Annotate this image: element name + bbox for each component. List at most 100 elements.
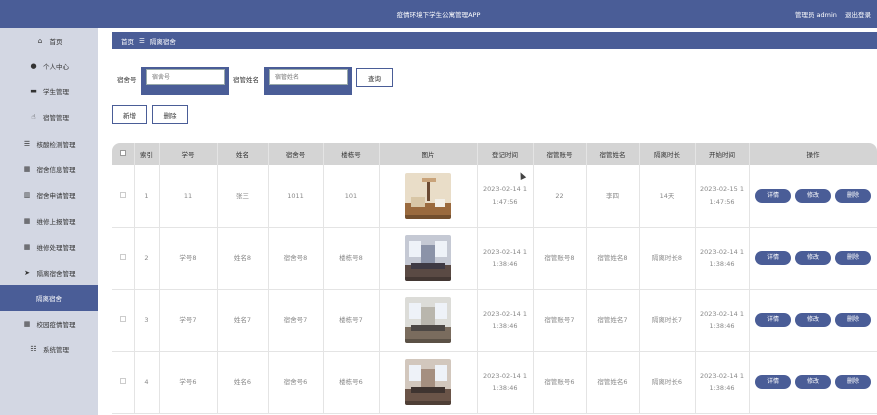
column-header: 宿管姓名 [586,143,640,165]
detail-button[interactable]: 详情 [755,375,791,389]
cell-building: 101 [323,165,380,228]
send-icon: ➤ [24,269,30,277]
list-icon: ☰ [23,140,31,148]
cell-index: 4 [134,351,160,414]
sidebar-item-4[interactable]: ☝ 宿管管理 [0,104,98,130]
cell-manager-account: 22 [533,165,587,228]
cell-duration: 隔离时长8 [639,227,696,290]
cell-dorm: 宿舍号7 [268,289,324,352]
monitor-icon: ▬ [30,87,37,95]
row-checkbox[interactable] [119,253,126,260]
start-time-part2: 1:47:56 [709,197,735,206]
cell-index: 2 [134,227,160,290]
table-row[interactable]: 2 学号8 姓名8 宿舍号8 楼栋号8 2023-02-14 1 1:38:46 宿管账号8 宿… [112,227,877,290]
sidebar-item-11[interactable]: 隔离宿舍 [0,285,98,311]
dorm-number-search-box [141,67,229,95]
sidebar-item-8[interactable]: ▦ 维修上报管理 [0,208,98,234]
cell-register-time: 2023-02-14 1 1:38:46 [477,227,534,290]
row-delete-button[interactable]: 删除 [835,375,871,389]
sidebar-item-3[interactable]: ▬ 学生管理 [0,78,98,104]
table-row[interactable]: 1 11 张三 1011 101 2023-02-14 1 1:47:56 22 李四 14天 20… [112,165,877,228]
dorm-number-input[interactable] [146,69,225,85]
sidebar-item-label: 维修处理管理 [36,244,76,252]
start-time-part1: 2023-02-14 1 [700,247,744,256]
row-delete-button[interactable]: 删除 [835,313,871,327]
edit-button[interactable]: 修改 [795,375,831,389]
breadcrumb-home[interactable]: 首页 [121,36,134,46]
cell-dorm: 1011 [268,165,324,228]
detail-button[interactable]: 详情 [755,251,791,265]
table-row[interactable]: 4 学号6 姓名6 宿舍号6 楼栋号6 2023-02-14 1 1:38:46 宿管账号6 宿… [112,351,877,414]
column-header: 学号 [159,143,218,165]
sidebar-item-9[interactable]: ▦ 维修处理管理 [0,234,98,260]
column-header: 楼栋号 [323,143,380,165]
cell-dorm: 宿舍号8 [268,227,324,290]
cell-register-time: 2023-02-14 1 1:38:46 [477,351,534,414]
sidebar-item-label: 个人中心 [43,63,69,71]
room-photo-image[interactable] [405,297,451,343]
column-header: 宿管账号 [533,143,587,165]
sidebar-item-2[interactable]: ● 个人中心 [0,53,98,79]
cell-start-time: 2023-02-15 1 1:47:56 [695,165,750,228]
column-header: 索引 [134,143,160,165]
sidebar-item-label: 隔离宿舍 [36,295,62,303]
edit-button[interactable]: 修改 [795,313,831,327]
manager-name-label: 宿管姓名 [233,76,259,84]
cell-manager-account: 宿管账号8 [533,227,587,290]
cell-name: 姓名7 [217,289,269,352]
grid-icon: ▦ [23,165,31,173]
row-checkbox[interactable] [119,377,126,384]
sidebar-item-13[interactable]: ☷ 系统管理 [0,336,98,362]
register-time-part1: 2023-02-14 1 [483,309,527,318]
manager-name-input[interactable] [269,69,348,85]
room-photo-image[interactable] [405,172,451,219]
detail-button[interactable]: 详情 [755,313,791,327]
register-time-part1: 2023-02-14 1 [483,185,527,194]
cell-manager-name: 李四 [586,165,640,228]
header-select-all-cell [112,143,135,165]
cell-manager-name: 宿管姓名8 [586,227,640,290]
dorm-number-label: 宿舍号 [117,76,137,84]
sidebar-item-10[interactable]: ➤ 隔离宿舍管理 [0,260,98,286]
column-header: 宿舍号 [268,143,324,165]
bar-chart-icon: ▥ [23,191,31,199]
cell-manager-account: 宿管账号7 [533,289,587,352]
table-header-row: 索引 学号 姓名 宿舍号 楼栋号 图片 登记时间 宿管账号 宿管姓名 隔离时长 开始时间 操作 [112,143,877,165]
cell-dorm: 宿舍号6 [268,351,324,414]
row-checkbox[interactable] [119,315,126,322]
edit-button[interactable]: 修改 [795,251,831,265]
column-header: 姓名 [217,143,269,165]
query-button[interactable]: 查询 [356,68,393,87]
sidebar-item-5[interactable]: ☰ 核酸检测管理 [0,131,98,157]
edit-button[interactable]: 修改 [795,188,831,203]
logout-link[interactable]: 退出登录 [845,11,871,19]
sidebar-item-6[interactable]: ▦ 宿舍信息管理 [0,156,98,182]
row-checkbox[interactable] [119,191,126,198]
sidebar-item-12[interactable]: ▦ 校园疫情管理 [0,311,98,337]
sidebar-item-label: 首页 [49,38,63,46]
cell-name: 姓名6 [217,351,269,414]
cell-actions: 详情 修改 删除 [749,289,877,352]
row-select-cell [112,351,135,414]
sidebar-item-1[interactable]: ⌂ 首页 [0,28,98,54]
detail-button[interactable]: 详情 [755,188,791,203]
delete-selected-button[interactable]: 删除 [152,105,188,124]
cell-index: 3 [134,289,160,352]
select-all-checkbox[interactable] [119,150,126,156]
cell-building: 楼栋号6 [323,351,380,414]
row-delete-button[interactable]: 删除 [835,251,871,265]
cell-name: 姓名8 [217,227,269,290]
cell-actions: 详情 修改 删除 [749,165,877,228]
top-header: 疫情环境下学生公寓管理APP 管理员 admin 退出登录 [0,0,877,28]
register-time-part2: 1:38:46 [492,384,518,392]
cell-index: 1 [134,165,160,228]
room-photo-image[interactable] [405,359,451,405]
sidebar-item-7[interactable]: ▥ 宿舍申请管理 [0,182,98,208]
register-time-part2: 1:47:56 [492,197,518,206]
cell-actions: 详情 修改 删除 [749,351,877,414]
table-row[interactable]: 3 学号7 姓名7 宿舍号7 楼栋号7 2023-02-14 1 1:38:46 宿管账号7 宿… [112,289,877,352]
row-delete-button[interactable]: 删除 [835,188,871,203]
add-button[interactable]: 新增 [112,105,147,124]
room-photo-image[interactable] [405,235,451,281]
register-time-part1: 2023-02-14 1 [483,371,527,380]
